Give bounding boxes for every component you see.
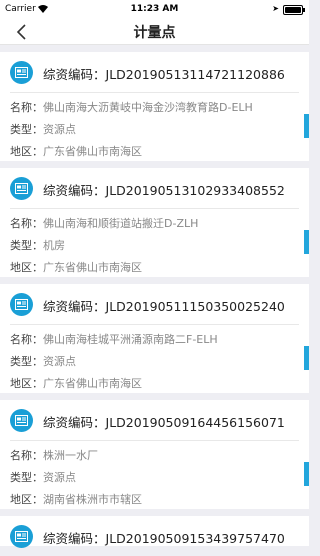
name-row: 名称：佛山南海和顺街道站搬迁D-ZLH xyxy=(10,217,199,230)
name-row: 名称：佛山南海大沥黄岐中海金沙湾教育路D-ELH xyxy=(10,101,253,114)
resource-code: 综资编码：JLD20190513114721120886 xyxy=(43,67,285,82)
card-side-tab[interactable] xyxy=(304,462,309,486)
card-side-tab[interactable] xyxy=(304,230,309,254)
document-icon xyxy=(10,525,33,548)
list-item[interactable]: 综资编码：JLD20190513102933408552 名称：佛山南海和顺街道… xyxy=(0,168,309,277)
card-side-tab[interactable] xyxy=(304,346,309,370)
name-row: 名称：株洲一水厂 xyxy=(10,449,98,462)
region-row: 地区：广东省佛山市南海区 xyxy=(10,145,142,158)
navigation-bar: 计量点 xyxy=(0,20,309,45)
name-row: 名称：佛山南海桂城平洲涌源南路二F-ELH xyxy=(10,333,218,346)
resource-code: 综资编码：JLD20190509164456156071 xyxy=(43,415,285,430)
document-icon xyxy=(10,177,33,200)
card-header: 综资编码：JLD20190511150350025240 xyxy=(10,284,299,325)
card-side-tab[interactable] xyxy=(304,114,309,138)
status-bar: Carrier 11:23 AM ➤ xyxy=(0,0,309,20)
type-row: 类型：资源点 xyxy=(10,471,76,484)
type-row: 类型：机房 xyxy=(10,239,65,252)
metering-point-list: 综资编码：JLD20190513114721120886 名称：佛山南海大沥黄岐… xyxy=(0,52,309,553)
document-icon xyxy=(10,61,33,84)
type-row: 类型：资源点 xyxy=(10,355,76,368)
location-arrow-icon: ➤ xyxy=(272,4,279,13)
document-icon xyxy=(10,409,33,432)
region-row: 地区：湖南省株洲市市辖区 xyxy=(10,493,142,506)
region-row: 地区：广东省佛山市南海区 xyxy=(10,377,142,390)
list-item[interactable]: 综资编码：JLD20190509164456156071 名称：株洲一水厂 类型… xyxy=(0,400,309,509)
document-icon xyxy=(10,293,33,316)
resource-code: 综资编码：JLD20190509153439757470 xyxy=(43,531,285,546)
type-row: 类型：资源点 xyxy=(10,123,76,136)
card-header: 综资编码：JLD20190513102933408552 xyxy=(10,168,299,209)
list-item[interactable]: 综资编码：JLD20190511150350025240 名称：佛山南海桂城平洲… xyxy=(0,284,309,393)
region-row: 地区：广东省佛山市南海区 xyxy=(10,261,142,274)
page-title: 计量点 xyxy=(133,25,176,41)
list-item[interactable]: 综资编码：JLD20190509153439757470 xyxy=(0,516,309,548)
card-header: 综资编码：JLD20190509153439757470 xyxy=(10,516,299,556)
resource-code: 综资编码：JLD20190511150350025240 xyxy=(43,299,285,314)
resource-code: 综资编码：JLD20190513102933408552 xyxy=(43,183,285,198)
card-header: 综资编码：JLD20190509164456156071 xyxy=(10,400,299,441)
card-header: 综资编码：JLD20190513114721120886 xyxy=(10,52,299,93)
battery-icon xyxy=(283,5,305,15)
clock: 11:23 AM xyxy=(130,4,179,14)
list-item[interactable]: 综资编码：JLD20190513114721120886 名称：佛山南海大沥黄岐… xyxy=(0,52,309,161)
